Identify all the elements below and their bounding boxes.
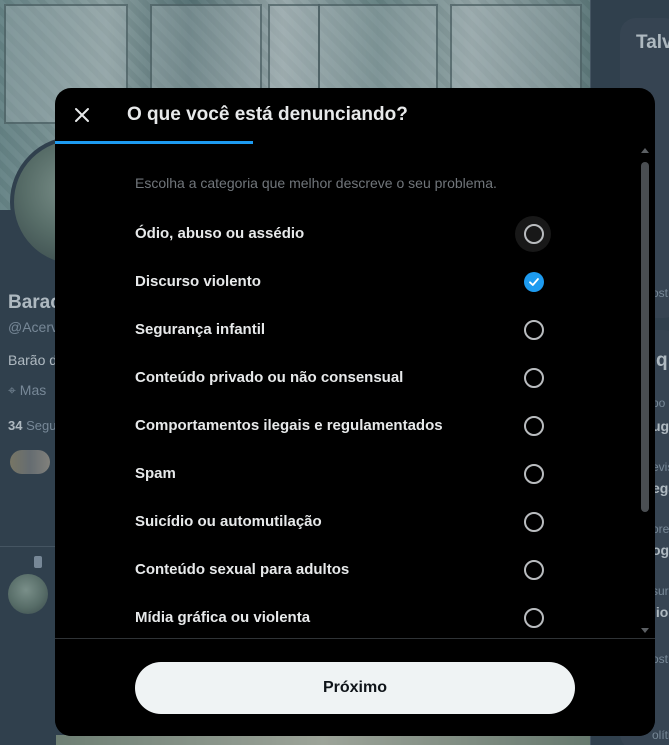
radio-button[interactable] bbox=[524, 608, 544, 628]
category-option-label: Conteúdo sexual para adultos bbox=[135, 561, 350, 578]
radio-checked[interactable] bbox=[524, 272, 544, 292]
radio-button[interactable] bbox=[524, 416, 544, 436]
category-option[interactable]: Suicídio ou automutilação bbox=[55, 498, 635, 546]
dialog-subtitle: Escolha a categoria que melhor descreve … bbox=[135, 175, 497, 191]
category-option-label: Discurso violento bbox=[135, 273, 261, 290]
scroll-up-arrow-icon[interactable] bbox=[641, 148, 649, 153]
category-option[interactable]: Conteúdo privado ou não consensual bbox=[55, 354, 635, 402]
scrollbar[interactable] bbox=[639, 144, 651, 638]
dialog-title: O que você está denunciando? bbox=[127, 104, 408, 125]
close-button[interactable] bbox=[65, 98, 99, 132]
radio-button[interactable] bbox=[524, 512, 544, 532]
next-button[interactable]: Próximo bbox=[135, 662, 575, 714]
dialog-body: Escolha a categoria que melhor descreve … bbox=[55, 144, 655, 638]
category-option-label: Mídia gráfica ou violenta bbox=[135, 609, 311, 626]
category-option[interactable]: Ódio, abuso ou assédio bbox=[55, 210, 635, 258]
category-option-label: Segurança infantil bbox=[135, 321, 266, 338]
scrollbar-thumb[interactable] bbox=[641, 162, 649, 512]
radio-button[interactable] bbox=[524, 464, 544, 484]
radio-button[interactable] bbox=[524, 320, 544, 340]
category-option[interactable]: Spam bbox=[55, 450, 635, 498]
radio-button[interactable] bbox=[524, 224, 544, 244]
close-icon bbox=[75, 108, 89, 122]
category-option-label: Suicídio ou automutilação bbox=[135, 513, 322, 530]
scroll-down-arrow-icon[interactable] bbox=[641, 628, 649, 633]
category-option[interactable]: Conteúdo sexual para adultos bbox=[55, 546, 635, 594]
category-option[interactable]: Segurança infantil bbox=[55, 306, 635, 354]
category-option[interactable]: Discurso violento bbox=[55, 258, 635, 306]
radio-button[interactable] bbox=[524, 560, 544, 580]
report-dialog: O que você está denunciando? Escolha a c… bbox=[55, 88, 655, 736]
category-option-label: Spam bbox=[135, 465, 176, 482]
dialog-header: O que você está denunciando? bbox=[55, 88, 655, 144]
checkmark-icon bbox=[529, 278, 539, 286]
category-list: Ódio, abuso ou assédio Discurso violento S… bbox=[55, 210, 635, 638]
dialog-footer: Próximo bbox=[55, 638, 655, 736]
radio-button[interactable] bbox=[524, 368, 544, 388]
category-option[interactable]: Mídia gráfica ou violenta bbox=[55, 594, 635, 638]
category-option[interactable]: Comportamentos ilegais e regulamentados bbox=[55, 402, 635, 450]
category-option-label: Comportamentos ilegais e regulamentados bbox=[135, 417, 443, 434]
category-option-label: Ódio, abuso ou assédio bbox=[135, 225, 305, 242]
category-option-label: Conteúdo privado ou não consensual bbox=[135, 369, 404, 386]
